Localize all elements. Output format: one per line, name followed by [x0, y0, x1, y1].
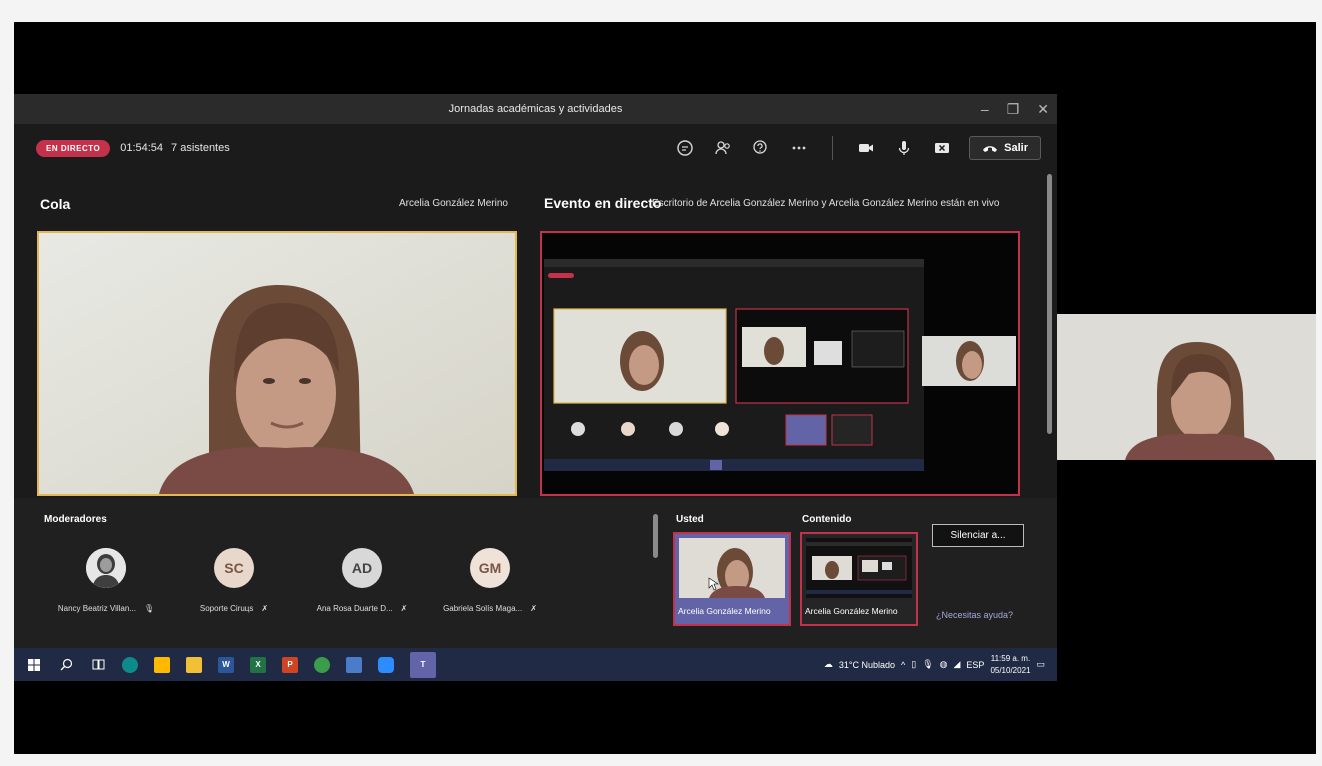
avatar: GM	[470, 548, 510, 588]
moderators-scrollbar[interactable]	[653, 514, 658, 558]
queue-video-feed[interactable]	[37, 231, 517, 496]
avatar-initials: AD	[351, 560, 373, 576]
attendee-count: 7 asistentes	[171, 142, 230, 154]
leave-button[interactable]: Salir	[969, 136, 1041, 160]
weather-text[interactable]: 31°C Nublado	[839, 660, 895, 670]
network-icon[interactable]: ◍	[940, 659, 948, 670]
close-button[interactable]: ✕	[1037, 101, 1049, 118]
bottom-panel: Moderadores Nancy Beatriz Villan... 🎙 SC …	[14, 498, 1057, 648]
clock-time: 11:59 a. m.	[990, 653, 1031, 663]
live-event-title: Evento en directo	[544, 195, 662, 211]
volume-icon[interactable]: ◢	[954, 659, 961, 670]
window-title: Jornadas académicas y actividades	[448, 103, 623, 115]
usted-tile[interactable]: Arcelia González Merino	[673, 532, 791, 626]
help-link[interactable]: ¿Necesitas ayuda?	[936, 610, 1013, 620]
word-icon[interactable]: W	[218, 656, 234, 673]
contenido-title: Contenido	[802, 514, 852, 525]
moderator-name: Ana Rosa Duarte D...	[316, 604, 393, 613]
microphone-icon[interactable]	[893, 137, 915, 159]
moderator-item[interactable]: GM Gabriela Solís Maga... ✗	[430, 548, 550, 613]
windows-start-icon[interactable]	[26, 657, 42, 673]
language-indicator[interactable]: ESP	[966, 660, 984, 670]
microphone-muted-icon: ✗	[400, 604, 408, 613]
avatar-initials: SC	[224, 560, 244, 576]
moderator-item[interactable]: SC Soporte Ciruцs ✗	[174, 548, 294, 613]
live-event-description: Escritorio de Arcelia González Merino y …	[652, 198, 1000, 209]
share-stop-icon[interactable]	[931, 137, 953, 159]
chat-icon[interactable]	[674, 137, 696, 159]
microphone-tray-icon[interactable]: 🎙	[922, 659, 933, 670]
file-explorer-icon[interactable]	[186, 656, 202, 673]
usted-thumbnail	[679, 538, 785, 598]
meeting-bar: EN DIRECTO 01:54:54 7 asistentes Salir	[14, 124, 1057, 172]
side-video-image	[1057, 314, 1316, 460]
weather-icon: ☁	[823, 659, 833, 669]
queue-presenter-name: Arcelia González Merino	[399, 198, 508, 209]
windows-taskbar: W X P T ☁ 31°C Nublado ^ ▯ 🎙 ◍ ◢ ESP 11:…	[14, 648, 1057, 681]
leave-label: Salir	[1004, 142, 1028, 154]
live-event-feed[interactable]	[540, 231, 1020, 496]
avatar	[86, 548, 126, 588]
minimize-button[interactable]: –	[981, 101, 989, 117]
camera-icon[interactable]	[855, 137, 877, 159]
moderator-name: Soporte Ciruцs	[199, 604, 254, 613]
live-badge: EN DIRECTO	[36, 139, 111, 157]
usted-title: Usted	[676, 514, 704, 525]
more-options-icon[interactable]	[788, 137, 810, 159]
edge-icon[interactable]	[122, 656, 138, 673]
contenido-name: Arcelia González Merino	[805, 606, 898, 616]
participants-icon[interactable]	[712, 137, 734, 159]
search-icon[interactable]	[58, 657, 74, 673]
toolbar-separator	[832, 136, 834, 160]
avatar-initials: GM	[478, 560, 502, 576]
app-icon[interactable]	[346, 656, 362, 673]
main-scrollbar[interactable]	[1047, 174, 1052, 434]
screen-share-stage: Jornadas académicas y actividades – ❐ ✕ …	[14, 22, 1316, 754]
excel-icon[interactable]: X	[250, 656, 266, 673]
microphone-muted-icon: ✗	[261, 604, 269, 613]
maximize-button[interactable]: ❐	[1007, 101, 1020, 118]
meeting-toolbar: Salir	[674, 124, 1041, 172]
mute-all-button[interactable]: Silenciar a...	[932, 524, 1024, 547]
zoom-icon[interactable]	[378, 656, 394, 673]
queue-title: Cola	[40, 196, 71, 212]
hang-up-icon	[983, 146, 998, 152]
contenido-thumbnail	[806, 538, 912, 598]
chrome-icon[interactable]	[314, 656, 330, 673]
moderator-item[interactable]: Nancy Beatriz Villan... 🎙	[46, 548, 166, 613]
store-icon[interactable]	[154, 656, 170, 673]
avatar: SC	[214, 548, 254, 588]
microphone-on-icon: 🎙	[143, 604, 155, 613]
task-view-icon[interactable]	[90, 657, 106, 673]
system-tray: ☁ 31°C Nublado ^ ▯ 🎙 ◍ ◢ ESP 11:59 a. m.…	[824, 648, 1045, 681]
shared-screen-image	[542, 233, 1018, 494]
moderators-title: Moderadores	[44, 514, 107, 525]
meeting-timer: 01:54:54	[120, 142, 164, 154]
clock-date: 05/10/2021	[990, 665, 1031, 675]
teams-window: Jornadas académicas y actividades – ❐ ✕ …	[14, 94, 1057, 681]
battery-icon[interactable]: ▯	[911, 659, 916, 670]
contenido-tile[interactable]: Arcelia González Merino	[800, 532, 918, 626]
qna-icon[interactable]	[750, 137, 772, 159]
moderator-name: Nancy Beatriz Villan...	[57, 604, 136, 613]
moderator-name: Gabriela Solís Maga...	[443, 604, 523, 613]
moderator-item[interactable]: AD Ana Rosa Duarte D... ✗	[302, 548, 422, 613]
clock[interactable]: 11:59 a. m. 05/10/2021	[990, 653, 1030, 677]
usted-name: Arcelia González Merino	[678, 606, 771, 616]
notification-icon[interactable]: ▭	[1036, 659, 1045, 670]
chevron-up-icon[interactable]: ^	[901, 660, 905, 670]
title-bar: Jornadas académicas y actividades – ❐ ✕	[14, 94, 1057, 124]
presenter-video-image	[39, 233, 515, 494]
powerpoint-icon[interactable]: P	[282, 656, 298, 673]
avatar: AD	[342, 548, 382, 588]
microphone-muted-icon: ✗	[530, 604, 537, 613]
side-video-feed	[1057, 314, 1316, 460]
teams-icon[interactable]: T	[410, 651, 436, 678]
